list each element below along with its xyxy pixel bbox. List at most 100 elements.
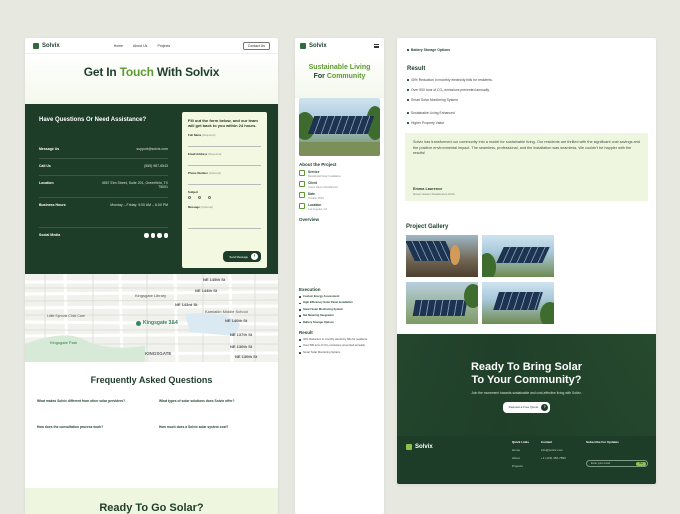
instagram-icon[interactable] bbox=[157, 233, 162, 238]
assistance-heading: Have Questions Or Need Assistance? bbox=[39, 117, 147, 123]
mobile-nav: Solvix bbox=[295, 38, 384, 54]
result-item: Smart Solar Monitoring System bbox=[407, 98, 646, 102]
footer-logo[interactable]: Solvix bbox=[406, 444, 433, 450]
info-service: Service Residential Solar Installation bbox=[299, 170, 380, 178]
subject-field: Subject bbox=[188, 190, 261, 200]
result-item: Sustainable Living Enhanced bbox=[407, 111, 646, 115]
result-item: Smart Solar Monitoring System bbox=[299, 351, 380, 354]
nav-link-home[interactable]: Home bbox=[114, 44, 123, 48]
subject-radio-3[interactable] bbox=[208, 196, 212, 200]
footer-quick-links: Quick Links Home About Projects bbox=[512, 440, 530, 470]
email-input[interactable] bbox=[188, 156, 261, 166]
nav-link-about[interactable]: About Us bbox=[133, 44, 147, 48]
result-item: Over 500 tons of CO₂ emissions prevented… bbox=[407, 88, 646, 92]
faq-item-1[interactable]: What makes Solvix different from other s… bbox=[37, 399, 137, 403]
page-title: Get In Touch With Solvix bbox=[83, 65, 220, 79]
location-icon bbox=[299, 203, 305, 209]
execution-item: Net Metering Integration bbox=[299, 314, 380, 318]
facebook-icon[interactable] bbox=[144, 233, 149, 238]
contact-form: Fill out the form below, and our team wi… bbox=[182, 112, 267, 268]
execution-item: High-Efficiency Solar Panel Installation bbox=[299, 301, 380, 305]
menu-icon[interactable] bbox=[374, 43, 379, 49]
footer-contact: Contact info@solvix.com +1 (123) 456-789… bbox=[541, 440, 566, 462]
testimonial-card: Solvix has transformed our community int… bbox=[405, 133, 648, 201]
arrow-right-icon: › bbox=[251, 253, 258, 260]
overview-heading: Overview bbox=[299, 217, 320, 222]
project-title: Sustainable Living For Community bbox=[308, 64, 371, 80]
footer-subscribe: Subscribe For Updates bbox=[586, 440, 619, 444]
footer-link-home[interactable]: Home bbox=[512, 446, 529, 454]
execution-item: Battery Storage Options bbox=[299, 321, 380, 324]
faq-item-3[interactable]: How does the consultation process work? bbox=[37, 425, 137, 429]
gallery-image-2[interactable] bbox=[482, 235, 554, 277]
testimonial-text: Solvix has transformed our community int… bbox=[413, 140, 640, 155]
cta-subtext: Join the movement towards sustainable an… bbox=[471, 391, 582, 395]
message-input[interactable] bbox=[188, 209, 261, 229]
brand-logo[interactable]: Solvix bbox=[300, 43, 327, 49]
contact-page-card: Solvix Home About Us Projects Contact Us… bbox=[25, 38, 278, 514]
contact-row-message: Message Us support@solvix.com bbox=[39, 142, 168, 159]
execution-heading: Execution bbox=[299, 287, 321, 292]
gallery-image-3[interactable] bbox=[406, 282, 478, 324]
full-name-field: Full Name (Required) bbox=[188, 133, 261, 147]
arrow-right-icon: › bbox=[541, 403, 549, 411]
twitter-icon[interactable] bbox=[150, 233, 155, 238]
leaf-icon bbox=[406, 444, 412, 450]
project-hero-image bbox=[299, 98, 380, 156]
gallery-image-1[interactable] bbox=[406, 235, 478, 277]
leaf-icon bbox=[300, 43, 306, 49]
footer: Solvix Quick Links Home About Projects C… bbox=[397, 436, 656, 484]
result-item: Higher Property Value bbox=[407, 121, 646, 125]
result-item: 40% Reduction in monthly electricity bil… bbox=[299, 338, 380, 342]
result-heading: Result bbox=[407, 66, 426, 72]
project-mobile-card: Solvix Sustainable Living For Community A… bbox=[295, 38, 384, 514]
faq-item-4[interactable]: How much does a Solvix solar system cost… bbox=[159, 425, 259, 429]
send-message-button[interactable]: Send Message › bbox=[223, 251, 261, 262]
request-quote-button[interactable]: Request a Free Quote › bbox=[502, 401, 551, 413]
contact-section: Have Questions Or Need Assistance? Messa… bbox=[25, 104, 278, 274]
subscribe-email-input[interactable]: Enter your email bbox=[591, 462, 610, 465]
info-location: Location Los Angeles, CA bbox=[299, 203, 380, 211]
subject-radio-2[interactable] bbox=[198, 196, 202, 200]
linkedin-icon[interactable] bbox=[163, 233, 168, 238]
faq-item-2[interactable]: What types of solar solutions does Solvi… bbox=[159, 399, 259, 403]
contact-row-hours: Business Hours Monday – Friday: 9:00 AM –… bbox=[39, 198, 168, 228]
phone-field: Phone Number (Optional) bbox=[188, 171, 261, 185]
footer-email[interactable]: info@solvix.com bbox=[541, 446, 566, 454]
result-item: Over 500 tons of CO₂ emissions prevented… bbox=[299, 344, 380, 348]
cta-heading: Ready To Bring Solar To Your Community? bbox=[470, 361, 583, 386]
footer-link-about[interactable]: About bbox=[512, 454, 529, 462]
faq-heading: Frequently Asked Questions bbox=[90, 375, 213, 385]
execution-item: Smart Solar Monitoring System bbox=[299, 308, 380, 311]
map-pin-icon[interactable] bbox=[136, 321, 141, 326]
service-icon bbox=[299, 170, 305, 176]
contact-row-call: Call Us (555) 987-6543 bbox=[39, 159, 168, 176]
faq-section: Frequently Asked Questions What makes So… bbox=[25, 365, 278, 465]
gallery-image-4[interactable] bbox=[482, 282, 554, 324]
contact-row-location: Location 4567 Elm Street, Suite 201, Gree… bbox=[39, 176, 168, 198]
result-heading: Result bbox=[299, 330, 313, 336]
nav-link-projects[interactable]: Projects bbox=[157, 44, 170, 48]
location-map[interactable]: NE 145th St NE 144th St NE 143rd St NE 1… bbox=[25, 274, 278, 362]
hero: Get In Touch With Solvix bbox=[25, 54, 278, 104]
subscribe-form: Enter your email Go bbox=[586, 460, 648, 467]
brand-logo[interactable]: Solvix bbox=[33, 42, 60, 49]
bottom-cta-heading: Ready To Go Solar? bbox=[25, 488, 278, 514]
leaf-icon bbox=[33, 42, 39, 49]
execution-item: Custom Energy Assessment bbox=[299, 295, 380, 299]
subject-radio-1[interactable] bbox=[188, 196, 192, 200]
email-field: Email Address (Required) bbox=[188, 152, 261, 166]
gallery-heading: Project Gallery bbox=[406, 224, 449, 230]
form-heading: Fill out the form below, and our team wi… bbox=[188, 118, 258, 128]
info-client: Client Green Haven Residences bbox=[299, 181, 380, 189]
info-date: Date October 2024 bbox=[299, 192, 380, 200]
subscribe-button[interactable]: Go bbox=[636, 461, 646, 466]
top-nav: Solvix Home About Us Projects Contact Us bbox=[25, 38, 278, 54]
testimonial-org: Green Haven Residences HOA bbox=[413, 191, 455, 196]
overview-text-block bbox=[299, 225, 380, 281]
footer-link-projects[interactable]: Projects bbox=[512, 462, 529, 470]
phone-input[interactable] bbox=[188, 175, 261, 185]
footer-phone[interactable]: +1 (123) 456-7890 bbox=[541, 454, 566, 462]
full-name-input[interactable] bbox=[188, 137, 261, 147]
contact-us-button[interactable]: Contact Us bbox=[242, 41, 270, 50]
